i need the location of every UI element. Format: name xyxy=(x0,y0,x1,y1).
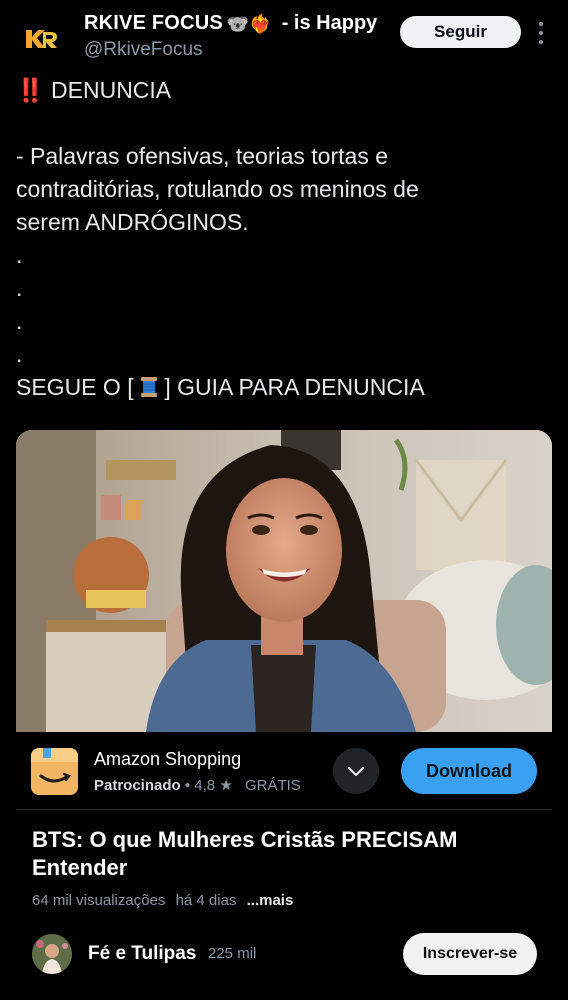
video-player[interactable] xyxy=(16,430,552,732)
thread-spool-icon xyxy=(140,374,158,397)
tweet-line: serem ANDRÓGINOS. xyxy=(16,209,249,235)
download-button[interactable]: Download xyxy=(401,748,537,794)
ad-meta: Patrocinado • 4,8 ★ GRÁTIS xyxy=(94,777,301,794)
video-stats: 64 mil visualizações há 4 dias ...mais xyxy=(32,892,293,909)
channel-avatar[interactable] xyxy=(32,934,72,974)
channel-name[interactable]: Fé e Tulipas xyxy=(88,943,196,965)
tweet-line-guide: SEGUE O [ ] GUIA PARA DENUNCIA xyxy=(16,374,425,400)
tweet-line-dot: . xyxy=(16,341,23,367)
tweet-line-dot: . xyxy=(16,275,23,301)
tweet-line-dot: . xyxy=(16,308,23,334)
expand-ad-button[interactable] xyxy=(333,748,379,794)
video-views: 64 mil visualizações xyxy=(32,892,166,909)
channel-subscribers: 225 mil xyxy=(208,945,257,962)
tweet-line-heading: ‼️ DENUNCIA xyxy=(16,77,172,103)
author-handle[interactable]: @RkiveFocus xyxy=(84,39,203,61)
app-name[interactable]: Amazon Shopping xyxy=(94,749,241,770)
star-icon: ★ xyxy=(219,777,233,794)
tweet-header: RKIVE FOCUS 🐨❤️‍🔥 - is Happy @RkiveFocus… xyxy=(0,0,568,70)
video-thumbnail xyxy=(16,430,552,732)
author-display-name[interactable]: RKIVE FOCUS xyxy=(84,12,223,35)
tweet-line-dot: . xyxy=(16,242,23,268)
author-emojis: 🐨❤️‍🔥 xyxy=(226,13,272,34)
chevron-down-icon xyxy=(348,767,364,776)
double-exclamation-icon: ‼️ xyxy=(16,77,45,103)
rkive-logo[interactable] xyxy=(24,26,58,52)
author-status: - is Happy xyxy=(281,12,378,34)
video-title[interactable]: BTS: O que Mulheres Cristãs PRECISAM Ent… xyxy=(32,826,532,882)
amazon-app-icon[interactable] xyxy=(31,748,78,795)
app-price: GRÁTIS xyxy=(244,777,301,794)
ad-app-bar: Amazon Shopping Patrocinado • 4,8 ★ GRÁT… xyxy=(16,732,552,810)
app-rating: 4,8 xyxy=(194,777,216,794)
more-icon[interactable] xyxy=(534,22,548,44)
sponsored-label: Patrocinado xyxy=(94,777,181,794)
tweet-line: - Palavras ofensivas, teorias tortas e xyxy=(16,143,388,169)
tweet-text: ‼️ DENUNCIA - Palavras ofensivas, teoria… xyxy=(16,74,552,404)
follow-button[interactable]: Seguir xyxy=(400,16,521,48)
video-age: há 4 dias xyxy=(175,892,237,909)
subscribe-button[interactable]: Inscrever-se xyxy=(403,933,537,975)
author-line: RKIVE FOCUS 🐨❤️‍🔥 - is Happy xyxy=(84,12,377,35)
more-link[interactable]: ...mais xyxy=(247,892,294,909)
tweet-line: contraditórias, rotulando os meninos de xyxy=(16,176,419,202)
